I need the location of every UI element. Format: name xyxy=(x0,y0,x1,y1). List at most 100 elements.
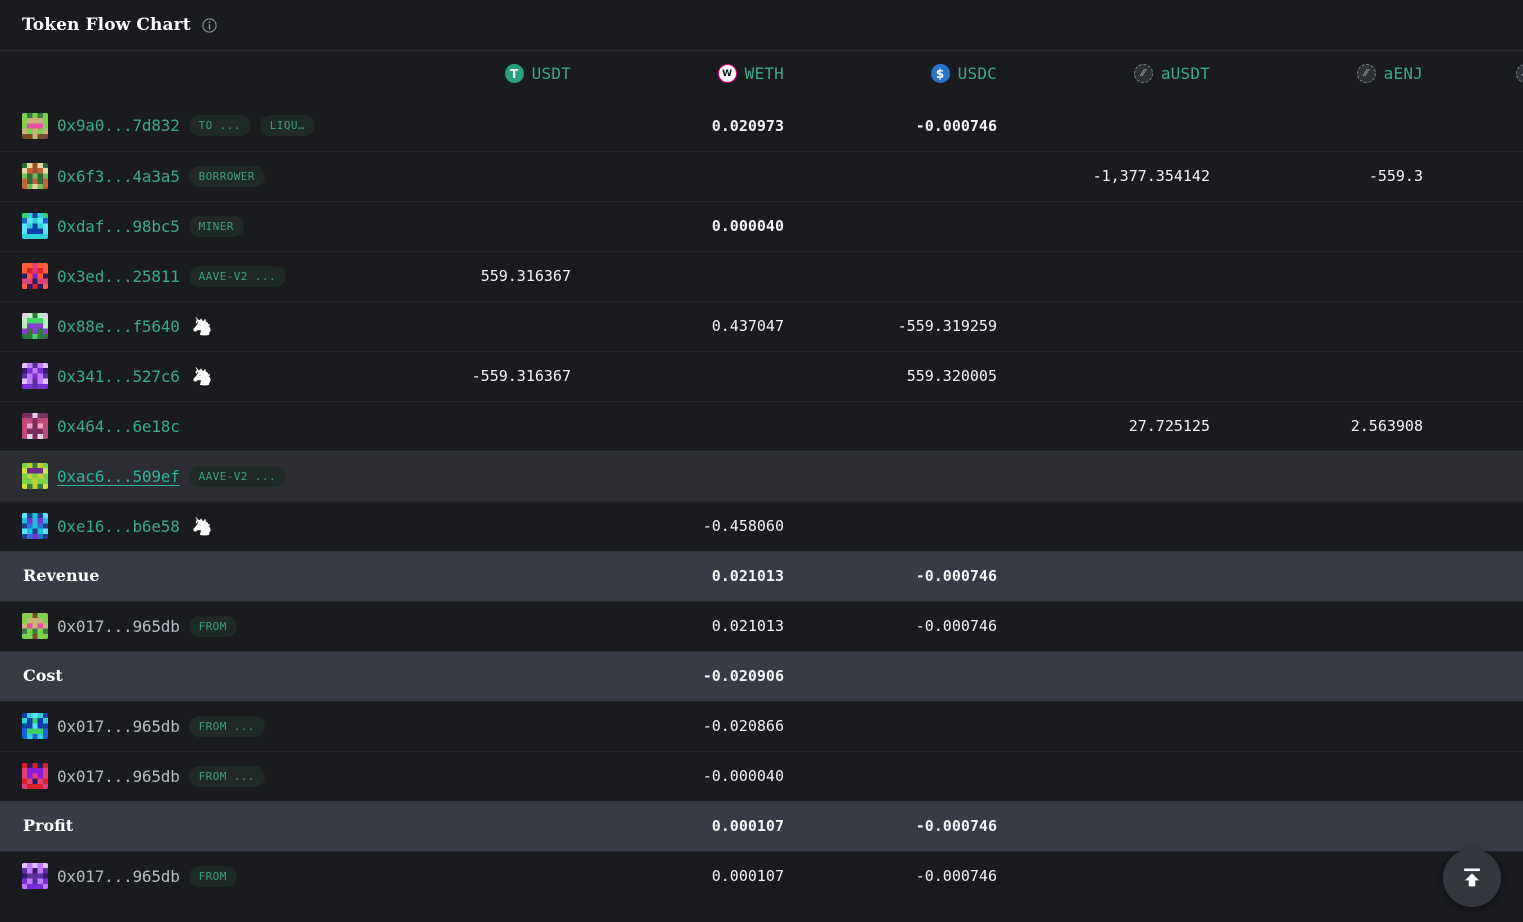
address-badge[interactable]: FROM ... xyxy=(189,766,265,787)
value-cell-usdt xyxy=(380,801,593,851)
value-cell-weth: -0.458060 xyxy=(593,501,806,551)
address-link[interactable]: 0x464...6e18c xyxy=(57,417,180,436)
address-badge[interactable]: FROM xyxy=(189,866,237,887)
value-cell-ausdt xyxy=(1019,851,1232,901)
address-badge[interactable]: AAVE-V2 ... xyxy=(189,266,286,287)
address-cell: 0x464...6e18c xyxy=(0,401,380,451)
value-cell-aenj xyxy=(1232,851,1445,901)
value-cell-usdc xyxy=(806,251,1019,301)
value-cell-usdt xyxy=(380,651,593,701)
address-cell: 0x9a0...7d832 TO ... LIQU… xyxy=(0,101,380,151)
value-cell-stabledebt xyxy=(1445,251,1523,301)
value-cell-usdc: -559.319259 xyxy=(806,301,1019,351)
value-cell-usdc xyxy=(806,201,1019,251)
value-cell-stabledebt xyxy=(1445,601,1523,651)
value-cell-aenj xyxy=(1232,551,1445,601)
table-row[interactable]: 0x6f3...4a3a5 BORROWER -1,377.354142-559.3 xyxy=(0,151,1523,201)
identicon-avatar xyxy=(22,713,48,739)
address-badge[interactable]: FROM ... xyxy=(189,716,265,737)
value-cell-stabledebt xyxy=(1445,201,1523,251)
info-icon[interactable] xyxy=(202,18,217,33)
value-cell-usdc: -0.000746 xyxy=(806,851,1019,901)
value-cell-weth: 0.020973 xyxy=(593,101,806,151)
value-cell-aenj xyxy=(1232,801,1445,851)
summary-label: Profit xyxy=(22,816,73,835)
address-badge[interactable]: MINER xyxy=(189,216,244,237)
value-cell-weth: 0.437047 xyxy=(593,301,806,351)
table-row[interactable]: 0xac6...509ef AAVE-V2 ... xyxy=(0,451,1523,501)
table-header-row: USDTWETHUSDCaUSDTaENJstableDeb xyxy=(0,51,1523,101)
address-link[interactable]: 0xac6...509ef xyxy=(57,467,180,486)
address-badge[interactable]: LIQU… xyxy=(260,115,315,136)
column-header-label: USDC xyxy=(958,64,997,83)
value-cell-aenj xyxy=(1232,301,1445,351)
address-link[interactable]: 0x017...965db xyxy=(57,867,180,886)
table-row[interactable]: 0x88e...f5640🦄0.437047-559.319259 xyxy=(0,301,1523,351)
value-cell-aenj: -559.3 xyxy=(1232,151,1445,201)
value-cell-weth: 0.000107 xyxy=(593,851,806,901)
address-cell: 0x6f3...4a3a5 BORROWER xyxy=(0,151,380,201)
address-cell: 0x017...965db FROM ... xyxy=(0,751,380,801)
value-cell-aenj xyxy=(1232,201,1445,251)
value-cell-weth xyxy=(593,451,806,501)
address-badge[interactable]: TO ... xyxy=(189,115,251,136)
address-link[interactable]: 0x3ed...25811 xyxy=(57,267,180,286)
table-row[interactable]: 0xe16...b6e58🦄 -0.458060 xyxy=(0,501,1523,551)
table-row[interactable]: 0x3ed...25811AAVE-V2 ...559.316367 xyxy=(0,251,1523,301)
table-row[interactable]: 0x341...527c6🦄-559.316367559.320005 xyxy=(0,351,1523,401)
arrow-up-to-line-icon xyxy=(1458,863,1486,894)
generic-token-icon xyxy=(1357,64,1376,83)
address-link[interactable]: 0xe16...b6e58 xyxy=(57,517,180,536)
summary-row[interactable]: Profit0.000107-0.000746 xyxy=(0,801,1523,851)
address-link[interactable]: 0x017...965db xyxy=(57,617,180,636)
table-row[interactable]: 0x9a0...7d832TO ...LIQU…0.020973-0.00074… xyxy=(0,101,1523,151)
summary-row[interactable]: Revenue0.021013-0.000746 xyxy=(0,551,1523,601)
address-link[interactable]: 0x017...965db xyxy=(57,717,180,736)
summary-label-cell: Cost xyxy=(0,651,380,701)
address-cell: 0xe16...b6e58🦄 xyxy=(0,501,380,551)
summary-row[interactable]: Cost-0.020906 xyxy=(0,651,1523,701)
table-row[interactable]: 0x017...965dbFROM ...-0.000040 xyxy=(0,751,1523,801)
address-link[interactable]: 0x9a0...7d832 xyxy=(57,116,180,135)
value-cell-aenj xyxy=(1232,701,1445,751)
value-cell-usdc xyxy=(806,701,1019,751)
value-cell-weth: 0.000040 xyxy=(593,201,806,251)
table-row[interactable]: 0x017...965db FROM ... -0.020866 xyxy=(0,701,1523,751)
column-header-usdt: USDT xyxy=(380,51,593,101)
address-badge[interactable]: BORROWER xyxy=(189,166,265,187)
address-badge[interactable]: AAVE-V2 ... xyxy=(189,466,286,487)
value-cell-usdt xyxy=(380,151,593,201)
table-row[interactable]: 0x017...965dbFROM0.021013-0.000746 xyxy=(0,601,1523,651)
value-cell-weth xyxy=(593,401,806,451)
identicon-avatar xyxy=(22,113,48,139)
token-flow-table-container[interactable]: USDTWETHUSDCaUSDTaENJstableDeb 0x9a0...7… xyxy=(0,51,1523,922)
value-cell-ausdt xyxy=(1019,251,1232,301)
value-cell-aenj xyxy=(1232,751,1445,801)
address-badge[interactable]: FROM xyxy=(189,616,237,637)
address-link[interactable]: 0xdaf...98bc5 xyxy=(57,217,180,236)
value-cell-ausdt: -1,377.354142 xyxy=(1019,151,1232,201)
scroll-to-top-button[interactable] xyxy=(1443,849,1501,907)
value-cell-usdt xyxy=(380,701,593,751)
address-cell: 0xac6...509ef AAVE-V2 ... xyxy=(0,451,380,501)
value-cell-usdt xyxy=(380,451,593,501)
value-cell-stabledebt xyxy=(1445,351,1523,401)
value-cell-aenj xyxy=(1232,351,1445,401)
value-cell-stabledebt xyxy=(1445,101,1523,151)
table-row[interactable]: 0x017...965db FROM 0.000107-0.000746 xyxy=(0,851,1523,901)
table-row[interactable]: 0xdaf...98bc5 MINER 0.000040 xyxy=(0,201,1523,251)
value-cell-aenj xyxy=(1232,251,1445,301)
table-header: USDTWETHUSDCaUSDTaENJstableDeb xyxy=(0,51,1523,101)
value-cell-weth: 0.000107 xyxy=(593,801,806,851)
address-link[interactable]: 0x88e...f5640 xyxy=(57,317,180,336)
table-row[interactable]: 0x464...6e18c27.7251252.563908 xyxy=(0,401,1523,451)
column-header-usdc: USDC xyxy=(806,51,1019,101)
identicon-avatar xyxy=(22,363,48,389)
value-cell-usdc xyxy=(806,501,1019,551)
address-link[interactable]: 0x6f3...4a3a5 xyxy=(57,167,180,186)
value-cell-weth: -0.020866 xyxy=(593,701,806,751)
address-link[interactable]: 0x341...527c6 xyxy=(57,367,180,386)
address-link[interactable]: 0x017...965db xyxy=(57,767,180,786)
identicon-avatar xyxy=(22,413,48,439)
value-cell-aenj xyxy=(1232,651,1445,701)
